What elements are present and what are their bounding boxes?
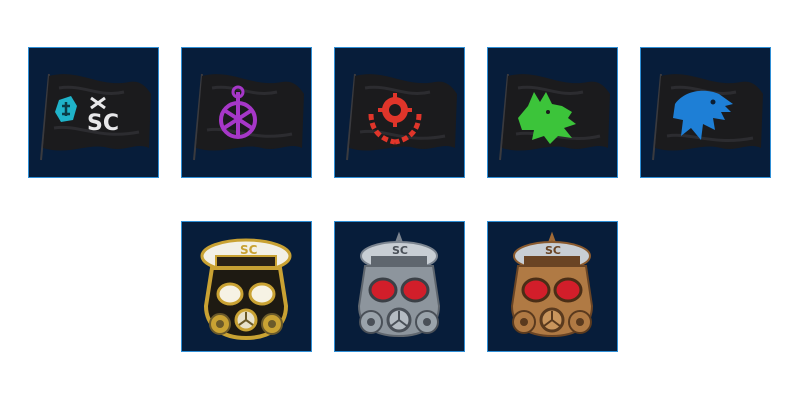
sc-faction-flag-icon: SC <box>40 73 151 161</box>
purple-faction-flag-icon <box>193 73 304 161</box>
gold-gasmask-officer-cap-icon: SC <box>200 238 292 341</box>
flag-tile-purple[interactable] <box>181 47 312 178</box>
svg-text:SC: SC <box>87 111 119 136</box>
flag-tile-sc[interactable]: SC <box>28 47 159 178</box>
flag-tile-red[interactable] <box>334 47 465 178</box>
blue-eagle-flag-icon <box>652 73 763 161</box>
svg-text:SC: SC <box>545 244 561 257</box>
silver-gasmask-officer-cap-icon: SC <box>357 231 441 338</box>
mask-tile-gold[interactable]: SC <box>181 221 312 352</box>
flag-tile-blue[interactable] <box>640 47 771 178</box>
bronze-gasmask-officer-cap-icon: SC <box>510 231 594 338</box>
red-crosshair-laurel-flag-icon <box>346 73 457 161</box>
svg-text:SC: SC <box>240 243 258 257</box>
mask-tile-silver[interactable]: SC <box>334 221 465 352</box>
green-wolf-flag-icon <box>499 73 610 161</box>
mask-tile-bronze[interactable]: SC <box>487 221 618 352</box>
flag-tile-green[interactable] <box>487 47 618 178</box>
svg-text:SC: SC <box>392 244 408 257</box>
